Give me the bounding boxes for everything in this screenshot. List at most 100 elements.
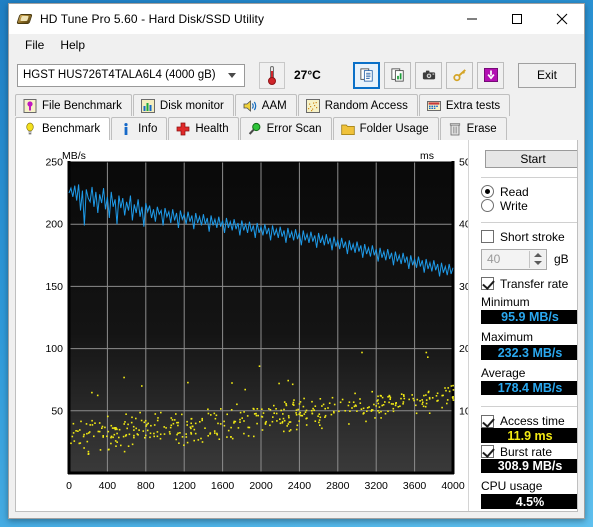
svg-text:150: 150 <box>45 281 63 293</box>
disk-monitor-icon <box>140 98 155 113</box>
tab-health[interactable]: Health <box>168 117 239 140</box>
window-title: HD Tune Pro 5.60 - Hard Disk/SSD Utility <box>40 12 265 26</box>
svg-text:250: 250 <box>45 157 63 169</box>
tab-label: Health <box>195 123 229 135</box>
chart-plot: 50 100 150 200 250 10 20 30 40 50 0 400 800 1200 1600 2… <box>45 157 468 493</box>
tab-label: Disk monitor <box>159 99 224 112</box>
tab-benchmark[interactable]: Benchmark <box>15 117 111 140</box>
checkbox-short-stroke-label: Short stroke <box>500 229 565 244</box>
spinner-arrows-icon[interactable] <box>529 250 545 268</box>
cpu-usage-value: 4.5% <box>481 494 577 509</box>
chart: MB/s ms 50100150200250102030405004008001… <box>16 140 468 511</box>
drive-select-value: HGST HUS726T4TALA6L4 (4000 gB) <box>23 69 216 81</box>
svg-text:1600: 1600 <box>211 480 235 492</box>
maximize-button[interactable] <box>494 4 539 34</box>
key-button[interactable] <box>446 61 473 89</box>
screenshot-button[interactable] <box>415 61 442 89</box>
minimize-button[interactable] <box>449 4 494 34</box>
tab-aam[interactable]: AAM <box>234 94 297 116</box>
menu-bar: File Help <box>9 34 584 56</box>
toolbar: HGST HUS726T4TALA6L4 (4000 gB) 27°C Exit <box>9 56 584 94</box>
checkbox-access-time-label: Access time <box>500 414 565 429</box>
tab-label: Info <box>138 123 158 135</box>
menu-item-help[interactable]: Help <box>52 36 93 54</box>
svg-text:0: 0 <box>66 480 72 492</box>
short-stroke-unit-label: gB <box>554 252 569 267</box>
checkbox-burst-rate-label: Burst rate <box>500 444 553 459</box>
tab-info[interactable]: Info <box>111 117 168 140</box>
hard-disk-icon <box>16 11 33 27</box>
average-value: 178.4 MB/s <box>481 380 577 396</box>
svg-text:2800: 2800 <box>326 480 350 492</box>
benchmark-content: MB/s ms 50100150200250102030405004008001… <box>15 140 578 512</box>
minimum-label: Minimum <box>481 294 530 309</box>
tab-label: File Benchmark <box>42 99 122 112</box>
svg-text:4000: 4000 <box>441 480 465 492</box>
extra-tests-icon <box>426 100 441 111</box>
benchmark-options-panel: Start Read Write Short stroke 40 gB Tran… <box>468 140 577 511</box>
tab-row-2: Benchmark Info Health Error Scan Folder … <box>15 117 578 140</box>
checkbox-burst-rate[interactable]: Burst rate <box>481 444 577 459</box>
tab-file-benchmark[interactable]: File Benchmark <box>15 94 132 116</box>
hd-tune-window: HD Tune Pro 5.60 - Hard Disk/SSD Utility… <box>8 3 585 519</box>
short-stroke-size-input[interactable]: 40 <box>481 248 547 270</box>
tab-strip: File Benchmark Disk monitor AAM Random A… <box>9 94 584 140</box>
svg-text:400: 400 <box>99 480 117 492</box>
tab-erase[interactable]: Erase <box>439 117 507 140</box>
temperature-indicator <box>259 61 285 89</box>
menu-item-file[interactable]: File <box>17 36 52 54</box>
start-button[interactable]: Start <box>485 150 577 169</box>
checkbox-transfer-rate-icon <box>481 277 494 291</box>
copy-graph-button[interactable] <box>384 61 411 89</box>
copy-report-button[interactable] <box>353 61 380 89</box>
svg-text:2000: 2000 <box>249 480 273 492</box>
info-icon <box>124 123 128 135</box>
erase-trash-icon <box>449 123 460 136</box>
tab-label: Erase <box>466 123 497 135</box>
save-download-icon <box>483 68 498 82</box>
drive-select-dropdown[interactable]: HGST HUS726T4TALA6L4 (4000 gB) <box>17 63 245 87</box>
error-scan-magnifier-icon <box>248 122 261 135</box>
speaker-icon <box>243 99 257 112</box>
save-button[interactable] <box>477 61 504 89</box>
tab-error-scan[interactable]: Error Scan <box>239 117 332 140</box>
window-controls <box>449 4 584 34</box>
checkbox-burst-rate-icon <box>481 445 494 459</box>
exit-button[interactable]: Exit <box>518 62 576 88</box>
file-benchmark-icon <box>23 98 37 113</box>
divider <box>481 221 577 223</box>
svg-text:3600: 3600 <box>403 480 427 492</box>
radio-read[interactable]: Read <box>481 184 577 199</box>
checkbox-access-time[interactable]: Access time <box>481 414 577 429</box>
tab-extra-tests[interactable]: Extra tests <box>418 94 511 116</box>
tab-disk-monitor[interactable]: Disk monitor <box>132 94 234 116</box>
tab-random-access[interactable]: Random Access <box>297 94 418 116</box>
temperature-value: 27°C <box>294 68 321 82</box>
tab-label: Benchmark <box>42 123 101 135</box>
close-button[interactable] <box>539 4 584 34</box>
burst-rate-value: 308.9 MB/s <box>481 458 577 474</box>
radio-write[interactable]: Write <box>481 199 577 213</box>
radio-read-icon <box>481 185 494 199</box>
minimum-value: 95.9 MB/s <box>481 309 577 325</box>
svg-text:30: 30 <box>459 281 468 293</box>
svg-text:1200: 1200 <box>173 480 197 492</box>
checkbox-transfer-rate[interactable]: Transfer rate <box>481 277 577 291</box>
maximum-label: Maximum <box>481 330 534 345</box>
radio-read-label: Read <box>500 184 529 199</box>
checkbox-access-time-icon <box>481 414 494 428</box>
health-cross-icon <box>177 122 190 136</box>
average-label: Average <box>481 365 526 380</box>
copy-graph-icon <box>390 68 404 82</box>
divider <box>481 406 577 408</box>
tab-label: Folder Usage <box>359 123 429 135</box>
tab-folder-usage[interactable]: Folder Usage <box>332 117 439 140</box>
access-time-value: 11.9 ms <box>481 428 577 443</box>
gold-key-icon <box>452 69 466 82</box>
folder-usage-icon <box>340 124 355 135</box>
radio-write-icon <box>481 199 494 213</box>
tab-label: AAM <box>261 99 287 112</box>
checkbox-short-stroke[interactable]: Short stroke <box>481 229 577 244</box>
thermometer-icon <box>268 65 276 85</box>
short-stroke-size-value: 40 <box>487 252 501 267</box>
